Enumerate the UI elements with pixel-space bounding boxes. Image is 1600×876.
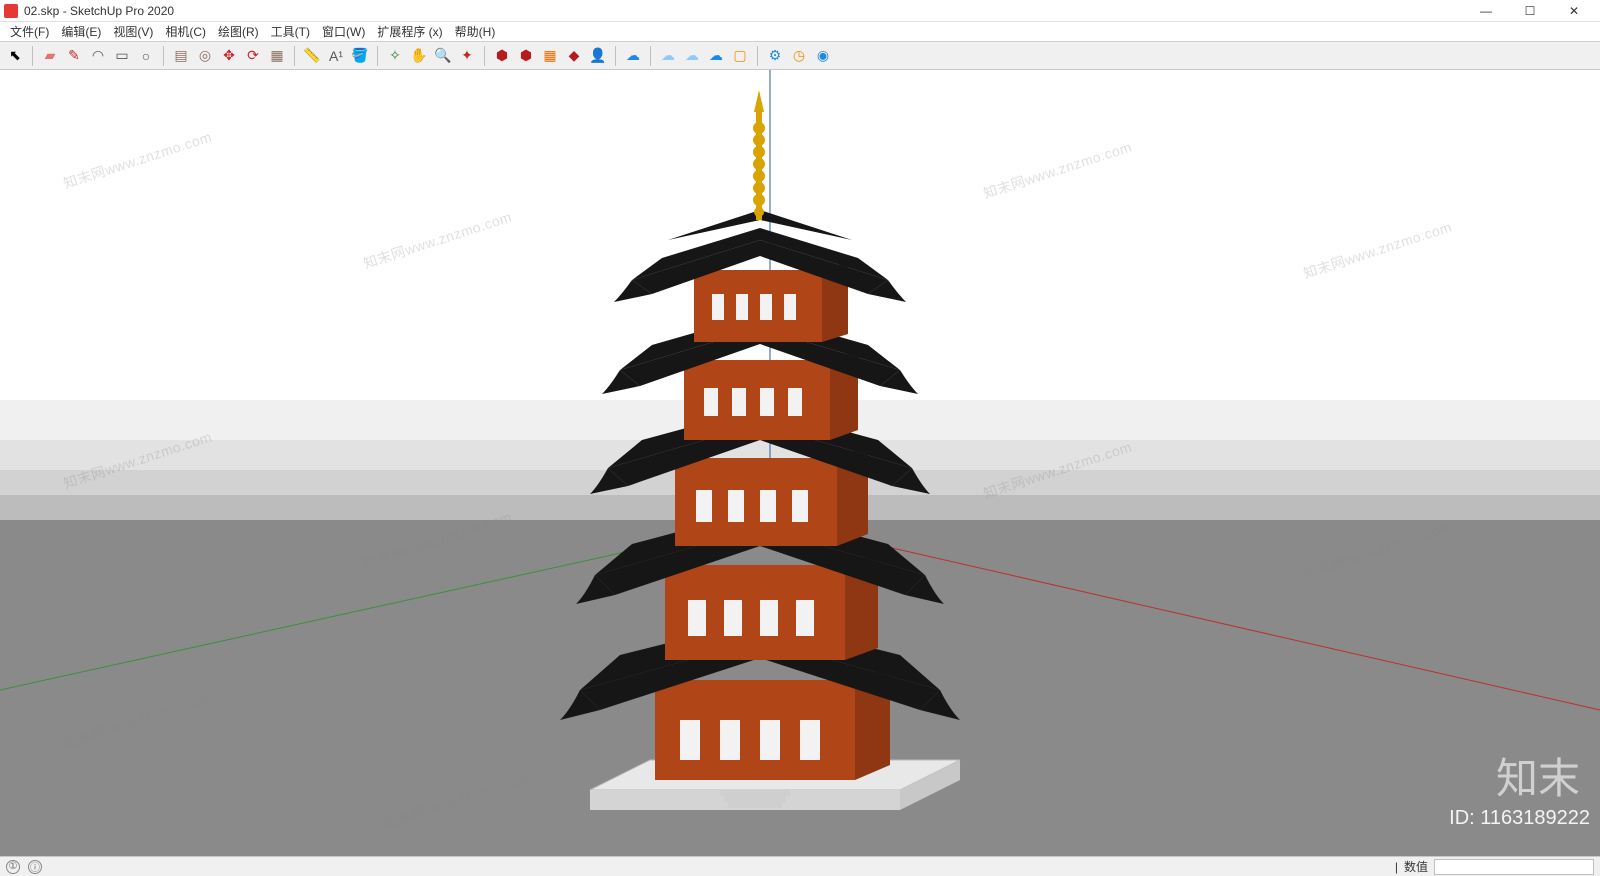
text-tool[interactable]: A¹ [325,45,347,67]
model-viewport[interactable]: 知末网www.znzmo.com 知末网www.znzmo.com 知末网www… [0,70,1600,856]
main-toolbar: ⬉▰✎◠▭○▤◎✥⟳▦📏A¹🪣✧✋🔍✦⬢⬢▦◆👤☁☁☁☁▢⚙◷◉ [0,42,1600,70]
status-hint-icon[interactable]: ① [6,860,20,874]
toolbar-separator [484,46,485,66]
layout-tool[interactable]: ◆ [563,45,585,67]
rectangle-tool[interactable]: ▭ [111,45,133,67]
cloud3-tool[interactable]: ☁ [681,45,703,67]
cloud4-tool[interactable]: ☁ [705,45,727,67]
menu-tools[interactable]: 工具(T) [265,21,316,42]
box-tool[interactable]: ▢ [729,45,751,67]
menu-edit[interactable]: 编辑(E) [55,21,107,42]
menu-help[interactable]: 帮助(H) [449,21,502,42]
user-tool[interactable]: 👤 [587,45,609,67]
paint-tool[interactable]: 🪣 [349,45,371,67]
toolbar-separator [650,46,651,66]
app-icon [4,4,18,18]
viewport-canvas[interactable] [0,70,1600,856]
warehouse2-tool[interactable]: ⬢ [515,45,537,67]
status-info-icon[interactable]: ⓘ [28,860,42,874]
warehouse-tool[interactable]: ⬢ [491,45,513,67]
toolbar-separator [294,46,295,66]
close-button[interactable]: ✕ [1552,0,1596,22]
arc-tool[interactable]: ◠ [87,45,109,67]
toolbar-separator [163,46,164,66]
orbit-tool[interactable]: ✧ [384,45,406,67]
clock-tool[interactable]: ◷ [788,45,810,67]
toolbar-separator [757,46,758,66]
tape-tool[interactable]: 📏 [301,45,323,67]
offset-tool[interactable]: ◎ [194,45,216,67]
zoom-tool[interactable]: 🔍 [432,45,454,67]
status-value-label: 数值 [1404,858,1428,875]
zoom-extents-tool[interactable]: ✦ [456,45,478,67]
menu-ext[interactable]: 扩展程序 (x) [371,21,448,42]
menu-draw[interactable]: 绘图(R) [212,21,265,42]
eraser-tool[interactable]: ▰ [39,45,61,67]
menu-window[interactable]: 窗口(W) [316,21,371,42]
pan-tool[interactable]: ✋ [408,45,430,67]
title-bar: 02.skp - SketchUp Pro 2020 — ☐ ✕ [0,0,1600,22]
menu-file[interactable]: 文件(F) [4,21,55,42]
toolbar-separator [615,46,616,66]
circle-tool[interactable]: ○ [135,45,157,67]
cloud1-tool[interactable]: ☁ [622,45,644,67]
gear2-tool[interactable]: ⚙ [764,45,786,67]
pagoda-stairs [720,790,790,808]
status-divider: | [1395,860,1398,874]
overlay-logo: 知末 [1496,745,1580,806]
minimize-button[interactable]: — [1464,0,1508,22]
toolbar-separator [32,46,33,66]
move-tool[interactable]: ✥ [218,45,240,67]
ext-manager-tool[interactable]: ▦ [539,45,561,67]
measurement-input[interactable] [1434,859,1594,875]
select-tool[interactable]: ⬉ [4,45,26,67]
menu-view[interactable]: 视图(V) [107,21,159,42]
overlay-id: ID: 1163189222 [1449,807,1590,830]
chrome-tool[interactable]: ◉ [812,45,834,67]
rotate-tool[interactable]: ⟳ [242,45,264,67]
line-tool[interactable]: ✎ [63,45,85,67]
cloud2-tool[interactable]: ☁ [657,45,679,67]
window-title: 02.skp - SketchUp Pro 2020 [24,4,1464,18]
maximize-button[interactable]: ☐ [1508,0,1552,22]
toolbar-separator [377,46,378,66]
pagoda-finial [753,90,765,220]
menu-camera[interactable]: 相机(C) [159,21,212,42]
pushpull-tool[interactable]: ▤ [170,45,192,67]
menu-bar: 文件(F) 编辑(E) 视图(V) 相机(C) 绘图(R) 工具(T) 窗口(W… [0,22,1600,42]
status-bar: ① ⓘ | 数值 [0,856,1600,876]
scale-tool[interactable]: ▦ [266,45,288,67]
